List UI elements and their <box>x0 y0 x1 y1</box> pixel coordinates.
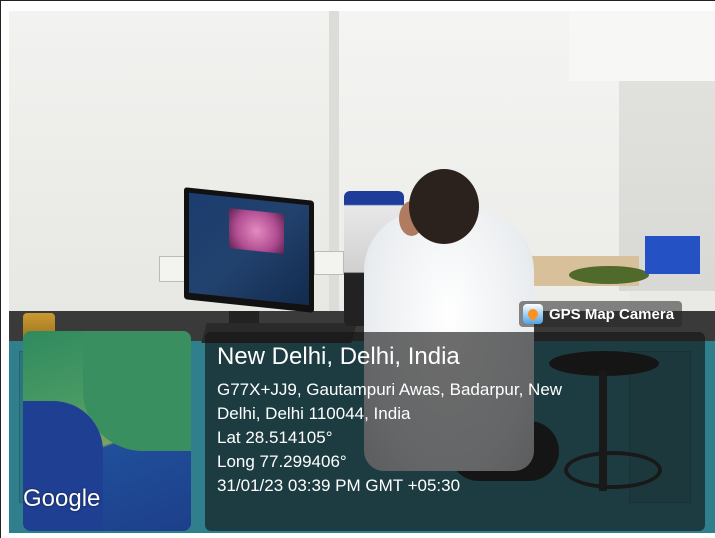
address-line-2: Delhi, Delhi 110044, India <box>217 404 411 423</box>
location-title: New Delhi, Delhi, India <box>217 343 460 370</box>
app-name: GPS Map Camera <box>549 305 675 323</box>
person-hair <box>409 169 479 244</box>
blue-basket <box>645 236 700 274</box>
ceiling <box>569 11 715 81</box>
photo-frame: Google GPS Map Camera New Delhi, Delhi, … <box>0 0 715 538</box>
longitude: Long 77.299406° <box>217 452 347 471</box>
wall-socket <box>314 251 344 275</box>
google-logo: Google <box>23 485 101 512</box>
plant-leaves <box>569 266 649 284</box>
address-line-1: G77X+JJ9, Gautampuri Awas, Badarpur, New <box>217 380 563 399</box>
wall-pillar <box>329 11 339 341</box>
gps-map-camera-badge: GPS Map Camera <box>519 301 683 327</box>
latitude: Lat 28.514105° <box>217 428 333 447</box>
location-info-panel: New Delhi, Delhi, India G77X+JJ9, Gautam… <box>205 332 705 531</box>
microscope-image-on-screen <box>229 208 284 254</box>
timestamp: 31/01/23 03:39 PM GMT +05:30 <box>217 476 461 495</box>
gps-map-camera-icon <box>523 304 543 324</box>
